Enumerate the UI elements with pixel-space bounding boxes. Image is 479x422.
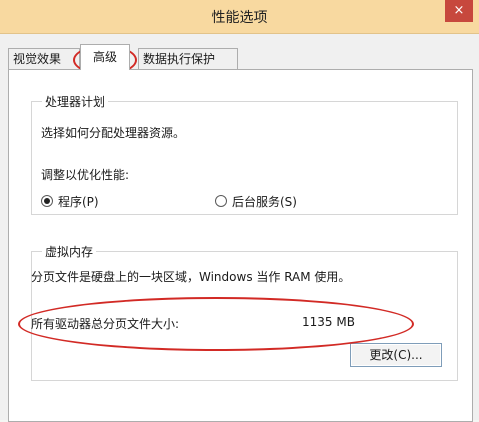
virtual-memory-title: 虚拟内存: [42, 243, 97, 260]
programs-radio[interactable]: [41, 195, 53, 207]
tab-data-execution-prevention[interactable]: 数据执行保护: [138, 48, 238, 69]
change-button[interactable]: 更改(C)...: [350, 343, 442, 367]
processor-description: 选择如何分配处理器资源。: [41, 126, 186, 140]
total-paging-file-label: 所有驱动器总分页文件大小:: [31, 317, 180, 331]
background-services-radio[interactable]: [215, 195, 227, 207]
programs-radio-label[interactable]: 程序(P): [58, 193, 99, 210]
title-bar[interactable]: 性能选项 ×: [0, 0, 479, 34]
adjust-performance-label: 调整以优化性能:: [41, 168, 130, 182]
close-icon[interactable]: ×: [454, 3, 465, 18]
tab-advanced[interactable]: 高级: [80, 44, 130, 70]
tab-visual-effects[interactable]: 视觉效果: [8, 48, 80, 69]
window-title: 性能选项: [211, 10, 268, 26]
processor-scheduling-group: 处理器计划 选择如何分配处理器资源。 调整以优化性能: 程序(P) 后台服务(S…: [31, 93, 458, 215]
total-paging-file-value: 1135 MB: [302, 315, 355, 329]
performance-options-window: 性能选项 × 视觉效果 高级 数据执行保护 处理器计划 选择如何分配处理器资源。…: [0, 0, 479, 422]
processor-scheduling-title: 处理器计划: [42, 93, 109, 110]
background-services-radio-label[interactable]: 后台服务(S): [232, 193, 297, 210]
virtual-memory-group: 虚拟内存 分页文件是硬盘上的一块区域，Windows 当作 RAM 使用。 所有…: [31, 243, 458, 381]
tab-panel-advanced: 处理器计划 选择如何分配处理器资源。 调整以优化性能: 程序(P) 后台服务(S…: [8, 69, 473, 422]
virtual-memory-description: 分页文件是硬盘上的一块区域，Windows 当作 RAM 使用。: [31, 270, 351, 284]
close-button[interactable]: ×: [445, 0, 473, 22]
